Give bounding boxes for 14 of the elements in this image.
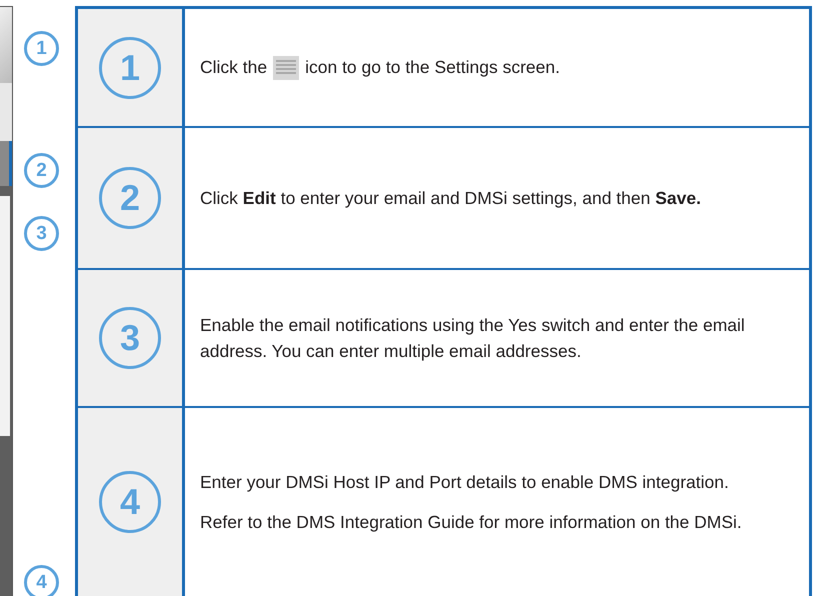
step-number: 3 [99, 307, 161, 369]
callout-number: 4 [24, 565, 59, 596]
callout-number: 1 [24, 31, 59, 66]
instruction-text: Click the [200, 56, 268, 80]
step-number: 2 [99, 167, 161, 229]
instruction-text: Enable the email notifications using the Yes switch and enter the email address. You can enter multiple email addresses. [200, 314, 746, 363]
instruction-text: Enter your DMSi Host IP and Port details to enable DMS integration. [200, 470, 730, 494]
callout-number: 3 [24, 216, 59, 251]
instruction-text: Refer to the DMS Integration Guide for more information on the DMSi. [200, 511, 743, 534]
step-number: 4 [99, 471, 161, 533]
instruction-text: Click Edit to enter your email and DMSi settings, and then Save. [200, 186, 702, 210]
instruction-text: icon to go to the Settings screen. [305, 56, 560, 80]
step-number: 1 [99, 36, 161, 98]
callout-number: 2 [24, 153, 59, 188]
